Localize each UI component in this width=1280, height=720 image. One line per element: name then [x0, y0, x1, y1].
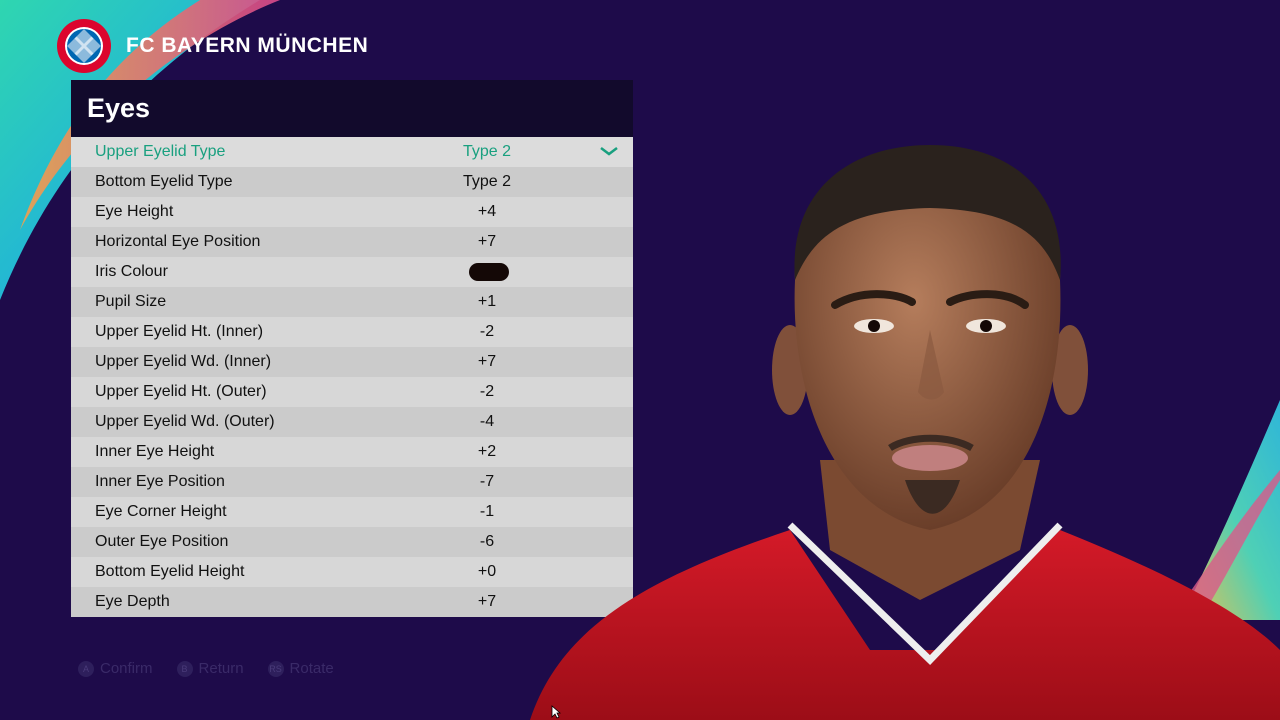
- row-value: +1: [477, 293, 497, 310]
- player-face-preview[interactable]: [520, 130, 1280, 720]
- row-label: Outer Eye Position: [95, 533, 229, 550]
- rs-button-icon: RS: [267, 660, 284, 677]
- row-label: Bottom Eyelid Type: [95, 173, 233, 190]
- row-label: Upper Eyelid Wd. (Outer): [95, 413, 275, 430]
- row-label: Horizontal Eye Position: [95, 233, 261, 250]
- return-button[interactable]: B Return: [176, 660, 244, 677]
- mouse-cursor-icon: [551, 705, 561, 719]
- footer-controls: A Confirm B Return RS Rotate: [78, 660, 348, 677]
- row-value: +4: [477, 203, 497, 220]
- row-label: Upper Eyelid Type: [95, 143, 226, 160]
- row-value: -7: [479, 473, 495, 490]
- confirm-label: Confirm: [100, 660, 153, 677]
- row-label: Eye Height: [95, 203, 174, 220]
- club-name: FC BAYERN MÜNCHEN: [126, 34, 369, 57]
- row-label: Eye Depth: [95, 593, 170, 610]
- row-label: Upper Eyelid Wd. (Inner): [95, 353, 272, 370]
- row-value: +7: [477, 593, 497, 610]
- row-value: -1: [479, 503, 495, 520]
- return-label: Return: [198, 660, 244, 677]
- confirm-button[interactable]: A Confirm: [78, 660, 153, 677]
- row-value: -2: [479, 383, 495, 400]
- row-value: +2: [477, 443, 497, 460]
- a-button-icon: A: [78, 660, 94, 677]
- rotate-button[interactable]: RS Rotate: [267, 660, 334, 677]
- row-value: -6: [479, 533, 495, 550]
- panel-header: Eyes: [71, 80, 633, 137]
- row-label: Upper Eyelid Ht. (Inner): [95, 323, 264, 340]
- club-header: FC BAYERN MÜNCHEN: [56, 18, 368, 74]
- rotate-label: Rotate: [289, 660, 334, 677]
- row-label: Inner Eye Position: [95, 473, 225, 490]
- row-value: -4: [479, 413, 495, 430]
- row-value: Type 2: [462, 143, 512, 160]
- row-label: Iris Colour: [95, 263, 168, 280]
- bayern-crest-icon: [57, 19, 111, 73]
- row-value: +7: [477, 353, 497, 370]
- row-label: Upper Eyelid Ht. (Outer): [95, 383, 267, 400]
- row-value: +7: [477, 233, 497, 250]
- b-button-icon: B: [176, 660, 193, 677]
- row-value: Type 2: [462, 173, 512, 190]
- row-label: Bottom Eyelid Height: [95, 563, 245, 580]
- row-label: Inner Eye Height: [95, 443, 215, 460]
- row-value: -2: [479, 323, 495, 340]
- iris-colour-swatch[interactable]: [469, 263, 509, 281]
- row-label: Eye Corner Height: [95, 503, 227, 520]
- row-value: +0: [477, 563, 497, 580]
- row-label: Pupil Size: [95, 293, 167, 310]
- panel-title: Eyes: [87, 93, 151, 123]
